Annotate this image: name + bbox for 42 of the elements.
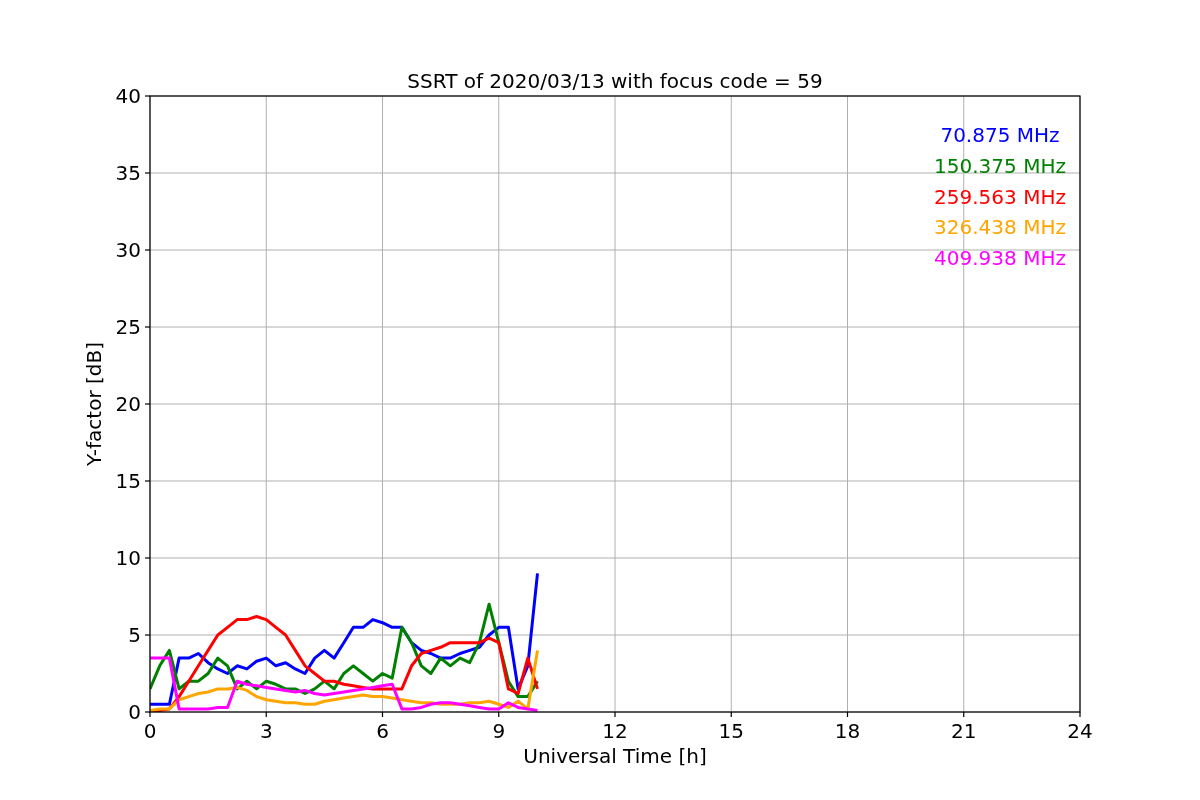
x-tick-label: 15 — [718, 719, 744, 743]
y-tick-label: 5 — [128, 623, 141, 647]
x-tick-label: 6 — [376, 719, 389, 743]
tick-mark — [265, 711, 267, 718]
legend-label: 150.375 MHz — [934, 153, 1066, 178]
y-tick-label: 35 — [115, 161, 141, 185]
tick-mark — [1079, 711, 1081, 718]
x-tick-label: 21 — [951, 719, 977, 743]
tick-mark — [498, 711, 500, 718]
y-tick-label: 20 — [115, 392, 141, 416]
y-tick-label: 25 — [115, 315, 141, 339]
tick-mark — [144, 634, 151, 636]
chart-title: SSRT of 2020/03/13 with focus code = 59 — [407, 69, 823, 93]
tick-mark — [730, 711, 732, 718]
tick-mark — [381, 711, 384, 718]
legend-label: 259.563 MHz — [934, 184, 1066, 209]
y-tick-label: 10 — [115, 546, 141, 570]
x-tick-label: 9 — [492, 719, 506, 743]
tick-mark — [614, 711, 616, 718]
y-tick-label: 40 — [115, 84, 141, 108]
x-tick-label: 0 — [143, 719, 157, 743]
tick-mark — [144, 95, 151, 97]
x-tick-label: 12 — [602, 719, 628, 743]
tick-mark — [144, 249, 151, 251]
x-tick-label: 3 — [259, 719, 273, 743]
tick-mark — [144, 480, 151, 482]
tick-mark — [144, 172, 151, 174]
y-tick-label: 0 — [128, 700, 141, 724]
y-axis-label: Y-factor [dB] — [82, 342, 106, 466]
tick-mark — [144, 557, 151, 559]
legend-label: 326.438 MHz — [934, 215, 1066, 240]
y-tick-label: 15 — [115, 469, 141, 493]
tick-mark — [963, 711, 965, 718]
tick-mark — [144, 326, 151, 328]
tick-mark — [846, 711, 849, 718]
x-tick-label: 24 — [1067, 719, 1093, 743]
x-tick-label: 18 — [834, 719, 861, 743]
y-tick-label: 30 — [115, 238, 141, 262]
tick-mark — [144, 403, 151, 405]
legend-label: 70.875 MHz — [940, 123, 1060, 147]
legend-label: 409.938 MHz — [934, 246, 1066, 271]
x-axis-label: Universal Time [h] — [523, 744, 707, 768]
